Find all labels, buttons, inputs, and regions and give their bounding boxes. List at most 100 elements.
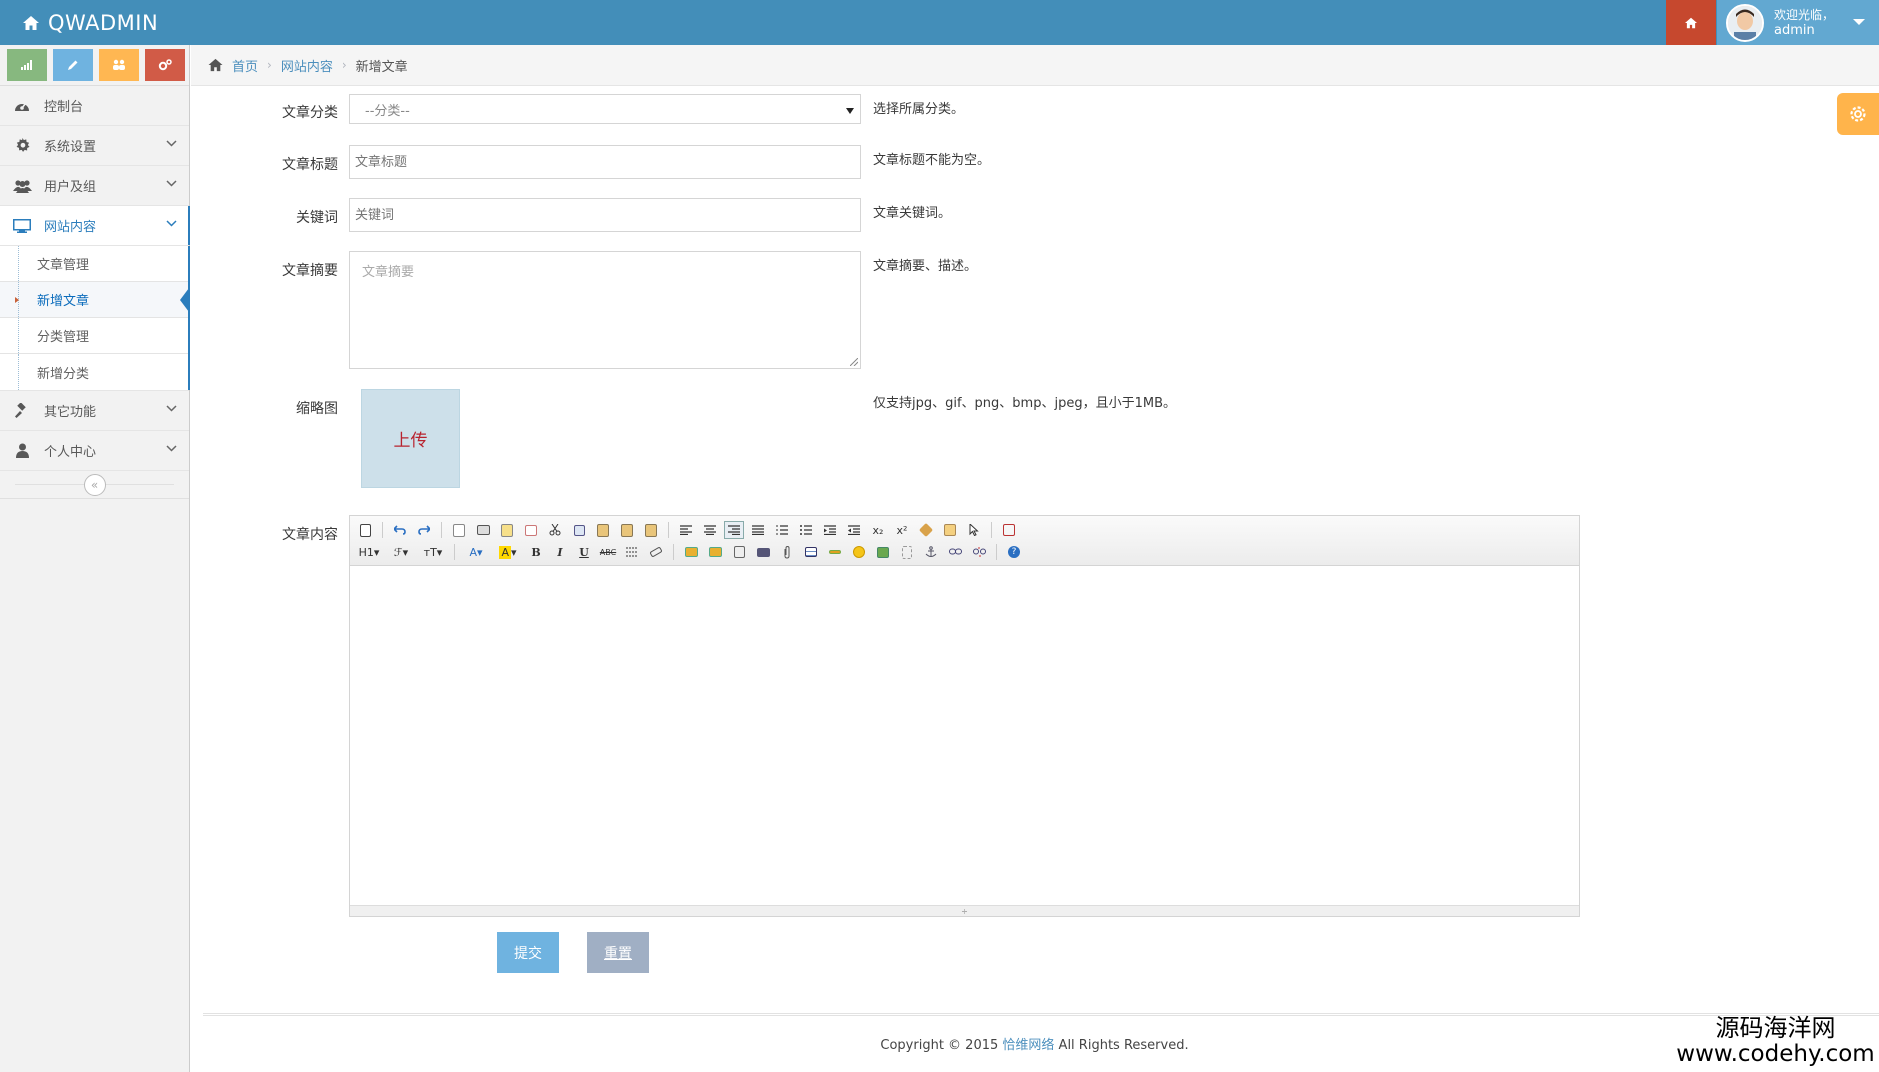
underline-icon[interactable]: U [574,543,594,561]
submenu-item-category-management[interactable]: 分类管理 [0,318,189,354]
align-center-icon[interactable] [700,521,720,539]
sidebar-item-other-functions[interactable]: 其它功能 [0,391,189,431]
undo-icon[interactable] [390,521,410,539]
bold-icon[interactable]: B [526,543,546,561]
title-input[interactable] [349,145,861,179]
eraser-icon[interactable] [646,543,666,561]
font-family-icon[interactable]: ℱ ▾ [387,543,415,561]
fullscreen-icon[interactable] [999,521,1019,539]
print-icon[interactable] [473,521,493,539]
keywords-input[interactable] [349,198,861,232]
background-color-icon[interactable]: A ▾ [494,543,522,561]
attachment-icon[interactable] [777,543,797,561]
insert-image-icon[interactable] [681,543,701,561]
align-justify-icon[interactable] [748,521,768,539]
sidebar-item-label: 控制台 [44,100,84,115]
table-icon[interactable] [801,543,821,561]
user-menu[interactable]: 欢迎光临， admin [1717,0,1879,45]
copy-icon[interactable] [569,521,589,539]
align-left-icon[interactable] [676,521,696,539]
content-label: 文章内容 [282,527,338,543]
category-label: 文章分类 [282,105,338,121]
font-color-icon[interactable]: A ▾ [462,543,490,561]
submenu-item-article-management[interactable]: 文章管理 [0,246,189,282]
sidebar-item-system-settings[interactable]: 系统设置 [0,126,189,166]
submenu-item-label: 新增分类 [37,366,90,382]
sidebar-item-site-content[interactable]: 网站内容 [0,206,190,246]
strikethrough-icon[interactable]: ABC [598,543,618,561]
submenu-item-label: 文章管理 [37,258,90,273]
sidebar-collapse: « [0,471,189,499]
submenu-item-new-category[interactable]: 新增分类 [0,354,189,390]
subscript-icon[interactable]: x₂ [868,521,888,539]
sidebar-item-dashboard[interactable]: 控制台 [0,86,189,126]
paste-text-icon[interactable] [617,521,637,539]
indent-icon[interactable] [820,521,840,539]
superscript-icon[interactable]: x² [892,521,912,539]
shortcut-stats-button[interactable] [7,49,47,81]
format-painter-icon[interactable] [940,521,960,539]
footer-company-link[interactable]: 恰维网络 [1002,1038,1054,1053]
shortcut-edit-button[interactable] [53,49,93,81]
paste-word-icon[interactable] [641,521,661,539]
page-break-icon[interactable] [897,543,917,561]
sidebar-item-users-groups[interactable]: 用户及组 [0,166,189,206]
reset-button[interactable]: 重置 [587,932,649,973]
heading-icon[interactable]: H1 ▾ [355,543,383,561]
double-chevron-left-icon: « [90,477,99,492]
breadcrumb: 首页 › 网站内容 › 新增文章 [191,45,1879,86]
redo-icon[interactable] [414,521,434,539]
home-icon [1685,17,1697,28]
cogs-icon [158,59,172,71]
editor-resize-bar[interactable]: ÷ [350,905,1579,916]
outdent-icon[interactable] [844,521,864,539]
code-icon[interactable] [521,521,541,539]
line-height-icon[interactable] [622,543,642,561]
editor-content-area[interactable] [350,566,1579,906]
link-icon[interactable] [945,543,965,561]
help-icon[interactable]: ? [1004,543,1024,561]
submit-button[interactable]: 提交 [497,932,559,973]
chevron-down-icon [166,445,177,452]
anchor-icon[interactable] [921,543,941,561]
unordered-list-icon[interactable] [796,521,816,539]
template-icon[interactable] [497,521,517,539]
resize-handle-icon[interactable] [850,358,858,366]
flash-icon[interactable] [729,543,749,561]
upload-button[interactable]: 上传 [361,389,460,488]
ace-settings-button[interactable] [1837,93,1879,135]
select-all-icon[interactable] [964,521,984,539]
editor-toolbar-row-2: H1 ▾ ℱ ▾ тT ▾ A ▾ A ▾ B I U ABC ? [355,541,1574,563]
collapse-sidebar-button[interactable]: « [83,473,106,496]
summary-placeholder: 文章摘要 [362,265,415,280]
summary-help: 文章摘要、描述。 [873,259,978,274]
cut-icon[interactable] [545,521,565,539]
brand[interactable]: QWADMIN [22,0,158,45]
paste-icon[interactable] [593,521,613,539]
emoticon-icon[interactable] [849,543,869,561]
shortcut-settings-button[interactable] [145,49,185,81]
ordered-list-icon[interactable] [772,521,792,539]
preview-icon[interactable] [449,521,469,539]
submenu-item-new-article[interactable]: 新增文章 [0,282,189,318]
unlink-icon[interactable] [969,543,989,561]
clear-format-icon[interactable] [916,521,936,539]
multi-image-icon[interactable] [705,543,725,561]
sidebar-item-personal-center[interactable]: 个人中心 [0,431,189,471]
home-button[interactable] [1666,0,1716,45]
horizontal-rule-icon[interactable] [825,543,845,561]
home-icon [208,58,223,72]
source-icon[interactable] [355,521,375,539]
breadcrumb-home-link[interactable]: 首页 [232,56,258,75]
site-content-submenu: 文章管理 新增文章 分类管理 新增分类 [0,246,190,391]
category-select[interactable]: --分类-- [349,94,861,124]
shortcut-users-button[interactable] [99,49,139,81]
font-size-icon[interactable]: тT ▾ [419,543,447,561]
media-icon[interactable] [753,543,773,561]
align-right-icon[interactable] [724,521,744,539]
breadcrumb-parent-link[interactable]: 网站内容 [281,56,333,75]
category-help: 选择所属分类。 [873,102,965,117]
image-icon[interactable] [873,543,893,561]
summary-textarea[interactable]: 文章摘要 [349,251,861,369]
italic-icon[interactable]: I [550,543,570,561]
